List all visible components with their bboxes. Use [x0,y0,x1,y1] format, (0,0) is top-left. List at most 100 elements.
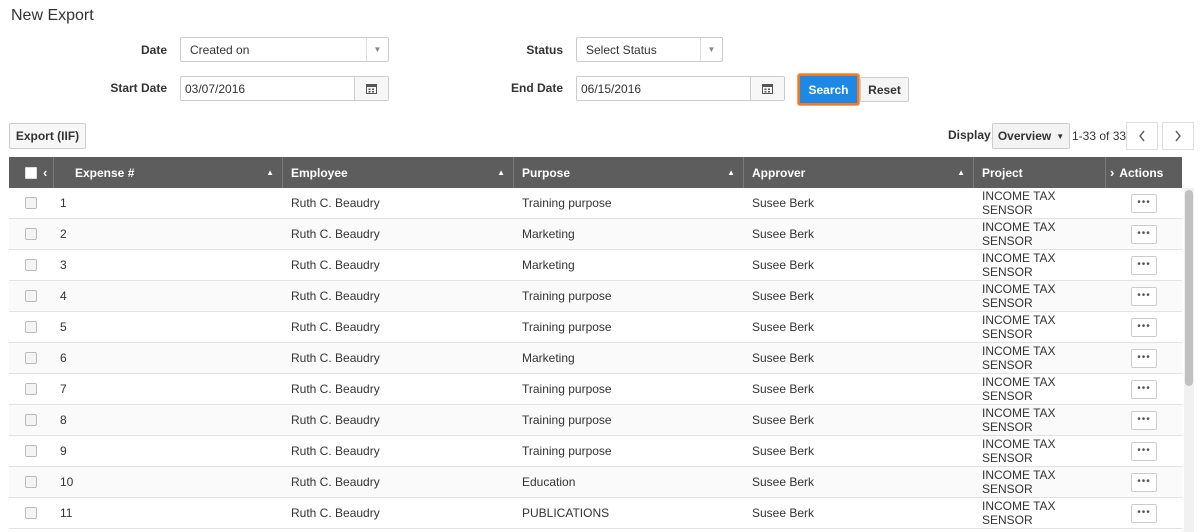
cell-approver: Susee Berk [752,196,815,210]
cell-approver: Susee Berk [752,289,815,303]
cell-employee: Ruth C. Beaudry [291,382,380,396]
more-actions-button[interactable]: ••• [1131,224,1157,244]
row-select-cell [9,250,54,280]
cell-project: INCOME TAX SENSOR [982,375,1056,403]
cell-employee: Ruth C. Beaudry [291,258,380,272]
cell-expense-number: 8 [60,413,67,427]
end-date-input[interactable] [577,77,750,100]
cell-approver: Susee Berk [752,413,815,427]
row-select-cell [9,498,54,528]
cell-employee: Ruth C. Beaudry [291,196,380,210]
row-checkbox[interactable] [25,321,37,333]
cell-project: INCOME TAX SENSOR [982,251,1056,279]
more-actions-button[interactable]: ••• [1131,193,1157,213]
row-select-cell [9,312,54,342]
more-actions-button[interactable]: ••• [1131,472,1157,492]
cell-approver: Susee Berk [752,444,815,458]
table-row[interactable]: 8 Ruth C. Beaudry Training purpose Susee Be… [9,405,1182,436]
display-mode-select[interactable]: Overview ▼ [992,123,1070,149]
status-label: Status [526,43,563,57]
header-select-col: ‹ [9,157,54,188]
header-purpose[interactable]: Purpose ▲ [514,157,744,188]
row-checkbox[interactable] [25,507,37,519]
vertical-scrollbar[interactable] [1184,188,1194,532]
cell-purpose: Training purpose [522,413,612,427]
row-select-cell [9,405,54,435]
end-date-field [576,76,785,101]
header-label: Approver [752,165,806,180]
header-label: Employee [291,165,348,180]
header-expense-number[interactable]: Expense # ▲ [54,157,283,188]
more-actions-button[interactable]: ••• [1131,503,1157,523]
cell-actions: ••• [1106,436,1182,466]
prev-page-button[interactable] [1126,122,1158,150]
more-actions-button[interactable]: ••• [1131,379,1157,399]
header-employee[interactable]: Employee ▲ [283,157,514,188]
table-row[interactable]: 11 Ruth C. Beaudry PUBLICATIONS Susee Berk I… [9,498,1182,529]
search-button[interactable]: Search [798,74,859,105]
row-checkbox[interactable] [25,197,37,209]
chevron-right-icon [1175,130,1181,142]
select-all-checkbox[interactable] [25,166,37,179]
more-actions-button[interactable]: ••• [1131,317,1157,337]
header-actions: › Actions [1106,157,1182,188]
cell-expense-number: 7 [60,382,67,396]
cell-purpose: Training purpose [522,289,612,303]
row-checkbox[interactable] [25,259,37,271]
cell-employee: Ruth C. Beaudry [291,351,380,365]
row-checkbox[interactable] [25,383,37,395]
reset-button[interactable]: Reset [860,77,909,102]
chevron-left-icon[interactable]: ‹ [43,165,47,180]
table-row[interactable]: 3 Ruth C. Beaudry Marketing Susee Berk INCOM… [9,250,1182,281]
display-label: Display [948,128,991,142]
more-actions-button[interactable]: ••• [1131,410,1157,430]
start-date-input[interactable] [181,77,354,100]
cell-project: INCOME TAX SENSOR [982,406,1056,434]
row-checkbox[interactable] [25,352,37,364]
cell-approver: Susee Berk [752,475,815,489]
table-row[interactable]: 4 Ruth C. Beaudry Training purpose Susee Be… [9,281,1182,312]
date-type-select[interactable]: Created on ▼ [180,37,389,62]
table-row[interactable]: 5 Ruth C. Beaudry Training purpose Susee Be… [9,312,1182,343]
status-select[interactable]: Select Status ▼ [576,37,723,62]
calendar-icon[interactable] [354,77,388,100]
cell-actions: ••• [1106,467,1182,497]
next-page-button[interactable] [1162,122,1194,150]
status-value: Select Status [586,42,657,57]
chevron-right-icon[interactable]: › [1110,165,1114,180]
more-actions-button[interactable]: ••• [1131,441,1157,461]
table-row[interactable]: 7 Ruth C. Beaudry Training purpose Susee Be… [9,374,1182,405]
cell-actions: ••• [1106,188,1182,218]
table-row[interactable]: 9 Ruth C. Beaudry Training purpose Susee Be… [9,436,1182,467]
header-approver[interactable]: Approver ▲ [744,157,974,188]
calendar-icon[interactable] [750,77,784,100]
cell-purpose: Training purpose [522,444,612,458]
cell-expense-number: 1 [60,196,67,210]
more-actions-button[interactable]: ••• [1131,286,1157,306]
end-date-label: End Date [510,81,563,95]
cell-actions: ••• [1106,312,1182,342]
row-checkbox[interactable] [25,290,37,302]
table-row[interactable]: 6 Ruth C. Beaudry Marketing Susee Berk INCOM… [9,343,1182,374]
cell-expense-number: 4 [60,289,67,303]
table-row[interactable]: 10 Ruth C. Beaudry Education Susee Berk INCO… [9,467,1182,498]
scrollbar-thumb[interactable] [1185,190,1193,386]
export-iif-button[interactable]: Export (IIF) [9,123,86,149]
sort-up-icon: ▲ [266,168,274,177]
cell-actions: ••• [1106,405,1182,435]
table-row[interactable]: 1 Ruth C. Beaudry Training purpose Susee Be… [9,188,1182,219]
more-actions-button[interactable]: ••• [1131,255,1157,275]
cell-project: INCOME TAX SENSOR [982,468,1056,496]
more-actions-button[interactable]: ••• [1131,348,1157,368]
row-checkbox[interactable] [25,228,37,240]
row-checkbox[interactable] [25,414,37,426]
row-checkbox[interactable] [25,445,37,457]
caret-down-icon: ▼ [700,38,722,61]
table-header: ‹ Expense # ▲ Employee ▲ Purpose ▲ Appro… [9,157,1182,188]
cell-approver: Susee Berk [752,258,815,272]
table-row[interactable]: 2 Ruth C. Beaudry Marketing Susee Berk INCOM… [9,219,1182,250]
row-checkbox[interactable] [25,476,37,488]
cell-purpose: Marketing [522,351,575,365]
header-label: Purpose [522,165,571,180]
header-project[interactable]: Project [974,157,1106,188]
